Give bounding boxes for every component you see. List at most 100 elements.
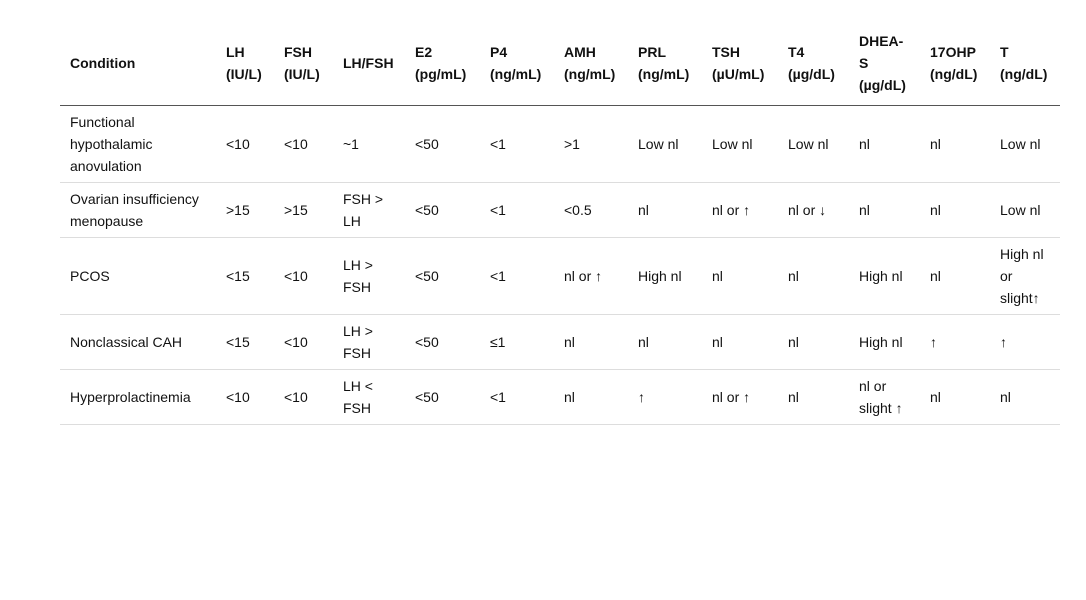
table-cell: Low nl (628, 105, 702, 183)
table-cell: nl (778, 314, 849, 370)
column-header: T4 (µg/dL) (778, 27, 849, 106)
table-cell: LH < FSH (333, 369, 405, 425)
table-cell: nl or ↑ (702, 369, 778, 425)
table-cell: <50 (405, 369, 480, 425)
table-cell: nl (849, 105, 920, 183)
column-header: P4 (ng/mL) (480, 27, 554, 106)
table-cell: Low nl (990, 105, 1060, 183)
hormone-table: Condition LH (IU/L) FSH (IU/L) LH/FSH E2 (pg/mL… (60, 27, 1060, 425)
table-header: Condition LH (IU/L) FSH (IU/L) LH/FSH E2 (pg/mL… (60, 27, 1060, 106)
column-header-line: (ng/dL) (930, 65, 978, 82)
table-cell: High nl (849, 237, 920, 315)
table-cell: nl (990, 369, 1060, 425)
column-header-line: (IU/L) (226, 65, 262, 82)
column-header-line: DHEA- (859, 32, 904, 49)
table-cell: nl (920, 237, 990, 315)
table-cell: ↑ (920, 314, 990, 370)
table-cell: <50 (405, 105, 480, 183)
table-cell: nl or slight ↑ (849, 369, 920, 425)
table-cell: FSH > LH (333, 182, 405, 238)
table-cell: LH > FSH (333, 314, 405, 370)
table-cell: Low nl (702, 105, 778, 183)
header-row: Condition LH (IU/L) FSH (IU/L) LH/FSH E2 (pg/mL… (60, 27, 1060, 106)
table-cell: ~1 (333, 105, 405, 183)
table-cell: ↑ (628, 369, 702, 425)
condition-cell: PCOS (60, 237, 216, 315)
column-header: Condition (60, 27, 216, 106)
table-cell: <50 (405, 182, 480, 238)
table-cell: nl or ↑ (554, 237, 628, 315)
table-cell: nl (778, 369, 849, 425)
table-cell: nl (778, 237, 849, 315)
table-cell: ≤1 (480, 314, 554, 370)
column-header-line: T4 (788, 43, 805, 60)
column-header: LH (IU/L) (216, 27, 274, 106)
column-header-line: S (859, 54, 869, 71)
table-cell: <50 (405, 237, 480, 315)
column-header: PRL (ng/mL) (628, 27, 702, 106)
table-row: PCOS <15 <10 LH > FSH <50 <1 nl or ↑ High nl nl n… (60, 237, 1060, 315)
table-cell: LH > FSH (333, 237, 405, 315)
column-header-line: TSH (712, 43, 740, 60)
column-header: FSH (IU/L) (274, 27, 333, 106)
table-cell: <1 (480, 369, 554, 425)
table-cell: >15 (216, 182, 274, 238)
table-cell: nl (554, 314, 628, 370)
condition-cell: Hyperprolactinemia (60, 369, 216, 425)
table-cell: <10 (216, 369, 274, 425)
column-header: TSH (µU/mL) (702, 27, 778, 106)
table-cell: <1 (480, 182, 554, 238)
column-header-line: FSH (284, 43, 312, 60)
condition-cell: Nonclassical CAH (60, 314, 216, 370)
table-cell: nl (849, 182, 920, 238)
column-header-line: LH/FSH (343, 54, 394, 71)
table-cell: <10 (274, 105, 333, 183)
table-cell: nl (920, 182, 990, 238)
table-cell: ↑ (990, 314, 1060, 370)
table-cell: nl (920, 369, 990, 425)
column-header: DHEA- S (µg/dL) (849, 27, 920, 106)
column-header-line: (µg/dL) (788, 65, 835, 82)
table-container: Condition LH (IU/L) FSH (IU/L) LH/FSH E2 (pg/mL… (60, 27, 1060, 425)
column-header-line: T (1000, 43, 1009, 60)
column-header-line: 17OHP (930, 43, 976, 60)
column-header-line: (ng/mL) (490, 65, 542, 82)
table-cell: >1 (554, 105, 628, 183)
column-header: AMH (ng/mL) (554, 27, 628, 106)
column-header-line: (ng/mL) (638, 65, 690, 82)
column-header-line: P4 (490, 43, 508, 60)
condition-cell: Functional hypothalamic anovulation (60, 105, 216, 183)
table-cell: <50 (405, 314, 480, 370)
table-cell: nl (702, 314, 778, 370)
table-cell: High nl or slight↑ (990, 237, 1060, 315)
column-header: E2 (pg/mL) (405, 27, 480, 106)
column-header-line: (IU/L) (284, 65, 320, 82)
table-cell: <15 (216, 237, 274, 315)
table-cell: nl (702, 237, 778, 315)
table-cell: <1 (480, 105, 554, 183)
column-header-line: (pg/mL) (415, 65, 467, 82)
table-cell: Low nl (990, 182, 1060, 238)
table-cell: nl (920, 105, 990, 183)
column-header-line: LH (226, 43, 245, 60)
column-header: T (ng/dL) (990, 27, 1060, 106)
column-header-line: AMH (564, 43, 596, 60)
table-cell: High nl (628, 237, 702, 315)
table-body: Functional hypothalamic anovulation <10 <1… (60, 105, 1060, 425)
table-row: Hyperprolactinemia <10 <10 LH < FSH <50 <1 nl ↑… (60, 369, 1060, 425)
table-cell: nl (628, 182, 702, 238)
table-cell: High nl (849, 314, 920, 370)
table-cell: <10 (216, 105, 274, 183)
column-header: 17OHP (ng/dL) (920, 27, 990, 106)
column-header-line: Condition (70, 54, 136, 71)
table-cell: nl or ↑ (702, 182, 778, 238)
column-header-line: (µU/mL) (712, 65, 765, 82)
table-cell: Low nl (778, 105, 849, 183)
column-header-line: (ng/dL) (1000, 65, 1048, 82)
table-cell: <10 (274, 369, 333, 425)
column-header-line: (ng/mL) (564, 65, 616, 82)
column-header-line: (µg/dL) (859, 76, 906, 93)
table-row: Ovarian insufficiency menopause >15 >15 FSH… (60, 182, 1060, 238)
column-header-line: PRL (638, 43, 666, 60)
table-row: Functional hypothalamic anovulation <10 <1… (60, 105, 1060, 183)
